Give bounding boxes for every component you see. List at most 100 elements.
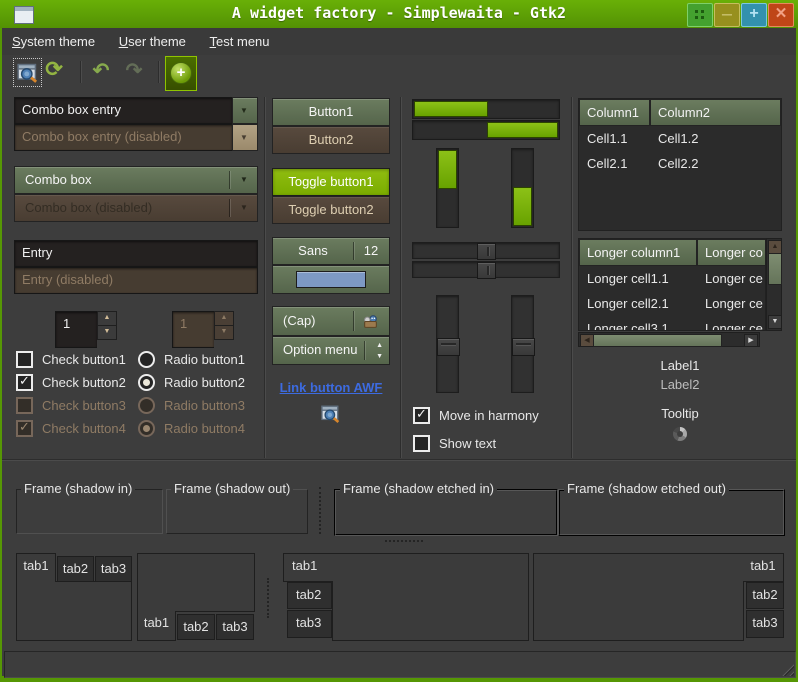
combo-box[interactable]: Combo box ▼ <box>14 166 258 194</box>
divider <box>229 171 230 189</box>
titlebar[interactable]: A widget factory - Simplewaita - Gtk2 ─ … <box>0 0 798 28</box>
radio-button-1[interactable]: Radio button1 <box>138 351 245 368</box>
toggle-button2: Toggle button2 <box>272 196 390 224</box>
tab-tab1[interactable]: tab1 <box>16 553 56 582</box>
notebook2-page <box>137 553 255 612</box>
check-label: Check button1 <box>42 352 126 367</box>
spin-value[interactable]: 1 <box>55 311 97 348</box>
check-button-3: Check button3 <box>16 397 126 414</box>
checkbox-checked-icon <box>413 407 430 424</box>
check-button-2[interactable]: Check button2 <box>16 374 126 391</box>
table-row[interactable]: Cell1.1 Cell1.2 <box>579 126 781 151</box>
tab-tab2[interactable]: tab2 <box>57 556 94 582</box>
slider-handle[interactable] <box>512 338 535 356</box>
toggle-button1[interactable]: Toggle button1 <box>272 168 390 196</box>
column-header[interactable]: Longer co <box>697 239 766 266</box>
updown-arrows-icon: ▲▼ <box>376 340 383 362</box>
move-in-harmony-check[interactable]: Move in harmony <box>413 407 539 424</box>
column-header[interactable]: Column2 <box>650 99 781 126</box>
horizontal-scrollbar[interactable]: ◀ ▶ <box>578 332 760 347</box>
tab-tab2[interactable]: tab2 <box>287 582 332 609</box>
table-row[interactable]: Cell2.1 Cell2.2 <box>579 151 781 176</box>
vscale-1[interactable] <box>436 295 459 393</box>
scroll-down-icon[interactable]: ▼ <box>768 315 782 329</box>
combo-dropdown-button[interactable]: ▼ <box>232 97 258 124</box>
column-header[interactable]: Column1 <box>579 99 650 126</box>
option-menu[interactable]: Option menu ▲▼ <box>272 336 390 365</box>
tab-tab1[interactable]: tab1 <box>283 553 333 582</box>
redo-icon[interactable]: ↷ <box>121 58 147 86</box>
radio-button-3: Radio button3 <box>138 397 245 414</box>
table-row[interactable]: Longer cell1.1 Longer ce <box>579 266 765 291</box>
tab-tab2[interactable]: tab2 <box>746 582 784 609</box>
tab-tab3[interactable]: tab3 <box>216 614 254 640</box>
refresh-icon[interactable]: ⟳ <box>41 57 67 85</box>
tab-tab3[interactable]: tab3 <box>746 610 784 638</box>
maximize-button[interactable]: + <box>741 3 767 27</box>
check-button-1[interactable]: Check button1 <box>16 351 126 368</box>
scroll-left-icon: ◀ <box>580 334 594 347</box>
radio-disabled-selected-icon <box>138 420 155 437</box>
radio-button-4: Radio button4 <box>138 420 245 437</box>
label2: Label2 <box>578 377 782 392</box>
frame-shadow-in: Frame (shadow in) <box>16 489 163 534</box>
treeview-1[interactable]: Column1 Column2 Cell1.1 Cell1.2 Cell2.1 … <box>578 98 782 231</box>
show-text-check[interactable]: Show text <box>413 435 496 452</box>
cap-button[interactable]: (Cap) <box>272 306 390 336</box>
tab-tab2[interactable]: tab2 <box>177 614 215 640</box>
resize-grip[interactable] <box>779 661 794 676</box>
slider-handle[interactable] <box>477 243 496 260</box>
minimize-button[interactable]: ─ <box>714 3 740 27</box>
spin-down-icon: ▼ <box>214 326 234 340</box>
close-button[interactable]: ✕ <box>768 3 794 27</box>
table-row[interactable]: Longer cell2.1 Longer ce <box>579 291 765 316</box>
spin-down-icon[interactable]: ▼ <box>97 326 117 340</box>
progressbar-vertical-right <box>511 148 534 228</box>
tab-tab1[interactable]: tab1 <box>137 611 176 641</box>
button1[interactable]: Button1 <box>272 98 390 126</box>
section-separator <box>2 459 796 460</box>
table-row[interactable]: Longer cell3.1 Longer ce <box>579 316 765 331</box>
entry-field[interactable]: Entry <box>14 240 258 267</box>
color-button[interactable] <box>272 265 390 294</box>
scrollbar-thumb[interactable] <box>768 253 782 285</box>
slider-handle[interactable] <box>437 338 460 356</box>
combo-box-value: Combo box (disabled) <box>25 195 152 215</box>
link-text[interactable]: Link button AWF <box>280 380 383 395</box>
toolbar-awf-button[interactable] <box>13 58 42 87</box>
notebook1-page <box>16 581 132 641</box>
radio-button-2[interactable]: Radio button2 <box>138 374 245 391</box>
undo-icon[interactable]: ↶ <box>88 58 114 86</box>
combo-entry-text[interactable]: Combo box entry <box>14 97 233 124</box>
column-header[interactable]: Longer column1 <box>579 239 697 266</box>
tab-tab1[interactable]: tab1 <box>743 553 784 582</box>
check-label: Show text <box>439 436 496 451</box>
spin-value: 1 <box>172 311 214 348</box>
scroll-right-icon[interactable]: ▶ <box>744 334 758 347</box>
pin-button[interactable] <box>687 3 713 27</box>
combo-box-entry[interactable]: Combo box entry ▼ <box>14 97 258 124</box>
tab-tab3[interactable]: tab3 <box>95 556 132 582</box>
toolbar-separator <box>158 61 159 83</box>
scrollbar-thumb[interactable] <box>593 334 722 347</box>
menu-test-menu[interactable]: Test menu <box>200 29 280 54</box>
vscale-2[interactable] <box>511 295 534 393</box>
cell: Longer cell3.1 <box>579 316 697 331</box>
font-button[interactable]: Sans 12 <box>272 237 390 265</box>
menu-system-theme[interactable]: System theme <box>2 29 105 54</box>
hscale-2[interactable] <box>412 261 560 278</box>
spin-button[interactable]: 1 ▲ ▼ <box>55 311 117 340</box>
tab-tab3[interactable]: tab3 <box>287 610 332 638</box>
add-button[interactable]: + <box>165 56 197 91</box>
link-button[interactable]: Link button AWF <box>272 380 390 395</box>
treeview-2[interactable]: Longer column1 Longer co Longer cell1.1 … <box>578 238 766 331</box>
frame-shadow-out: Frame (shadow out) <box>166 489 308 534</box>
header-row: Longer column1 Longer co <box>579 239 765 266</box>
hscale-1[interactable] <box>412 242 560 259</box>
vertical-scrollbar[interactable]: ▲ ▼ <box>766 238 782 331</box>
spin-up-icon[interactable]: ▲ <box>97 311 117 326</box>
menu-user-theme[interactable]: User theme <box>109 29 196 54</box>
radio-disabled-icon <box>138 397 155 414</box>
slider-handle[interactable] <box>477 262 496 279</box>
check-label: Check button4 <box>42 421 126 436</box>
